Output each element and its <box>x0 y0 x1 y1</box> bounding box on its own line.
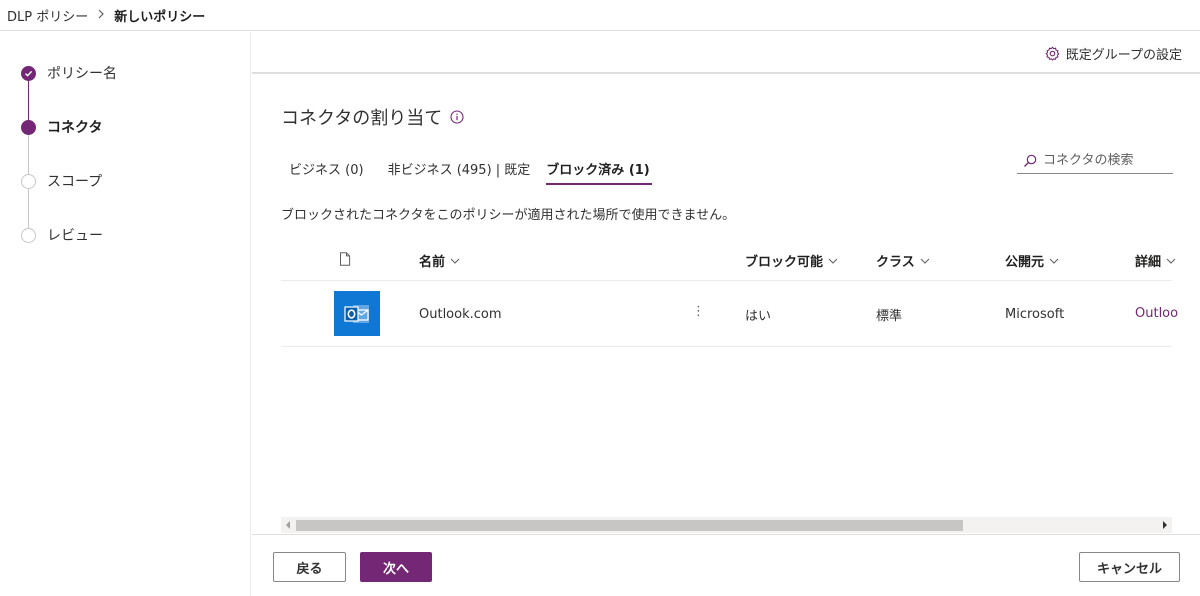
breadcrumb: DLP ポリシー 新しいポリシー <box>0 0 1200 31</box>
chevron-down-icon <box>920 258 930 264</box>
scroll-right-arrow-icon[interactable] <box>1162 520 1168 530</box>
chevron-down-icon <box>1049 258 1059 264</box>
wizard-stepper: ポリシー名 コネクタ スコープ レビュー <box>0 32 251 596</box>
column-header-label: 詳細 <box>1135 255 1162 270</box>
tab-non-business[interactable]: 非ビジネス (495) | 既定 <box>380 152 539 185</box>
column-header-class[interactable]: クラス <box>876 251 930 270</box>
scrollbar-thumb[interactable] <box>296 520 963 531</box>
chevron-down-icon <box>828 258 838 264</box>
column-header-label: クラス <box>876 255 915 270</box>
step-policy-name[interactable]: ポリシー名 <box>21 63 117 83</box>
step-connector-line <box>28 78 29 124</box>
scroll-left-arrow-icon[interactable] <box>285 520 291 530</box>
connector-search-box <box>1017 148 1173 174</box>
connector-table: 名前 ブロック可能 クラス 公開元 詳細 Outlook.com ⋮ はい 標準… <box>281 238 1178 347</box>
chevron-down-icon <box>450 258 460 264</box>
next-button[interactable]: 次へ <box>360 552 432 582</box>
tab-description: ブロックされたコネクタをこのポリシーが適用された場所で使用できません。 <box>281 208 736 223</box>
step-label: スコープ <box>47 174 103 190</box>
more-options-icon[interactable]: ⋮ <box>692 304 705 319</box>
empty-step-dot-icon <box>21 173 36 189</box>
breadcrumb-current: 新しいポリシー <box>114 9 206 25</box>
tab-blocked-label: ブロック済み (1) <box>546 163 650 178</box>
column-header-label: 名前 <box>419 255 446 270</box>
back-button[interactable]: 戻る <box>273 552 346 582</box>
column-header-label: ブロック可能 <box>745 255 824 270</box>
settings-label: 既定グループの設定 <box>1065 48 1182 63</box>
details-link[interactable]: Outloo <box>1135 306 1178 321</box>
step-label: レビュー <box>47 228 103 244</box>
gear-icon <box>1045 46 1060 61</box>
connector-tabs: ビジネス (0) 非ビジネス (495) | 既定 ブロック済み (1) <box>281 152 653 185</box>
breadcrumb-root-link[interactable]: DLP ポリシー <box>7 6 88 25</box>
step-label: ポリシー名 <box>47 66 117 82</box>
outlook-icon <box>334 291 380 336</box>
page-title-text: コネクタの割り当て <box>281 108 443 129</box>
tab-blocked[interactable]: ブロック済み (1) <box>546 152 653 185</box>
column-header-name[interactable]: 名前 <box>419 251 460 270</box>
column-header-details[interactable]: 詳細 <box>1135 251 1176 270</box>
cancel-button[interactable]: キャンセル <box>1079 552 1180 582</box>
column-header-label: 公開元 <box>1005 255 1045 270</box>
file-icon <box>334 252 351 266</box>
blockable-value: はい <box>745 309 772 324</box>
checkmark-icon <box>21 65 36 81</box>
default-group-settings-button[interactable]: 既定グループの設定 <box>1045 44 1182 63</box>
table-row[interactable]: Outlook.com ⋮ はい 標準 Microsoft Outloo <box>281 281 1178 347</box>
search-input[interactable] <box>1043 153 1167 168</box>
step-scope[interactable]: スコープ <box>21 171 102 191</box>
table-header: 名前 ブロック可能 クラス 公開元 詳細 <box>281 238 1176 281</box>
connector-name: Outlook.com <box>419 307 502 322</box>
tab-business[interactable]: ビジネス (0) <box>281 152 372 185</box>
class-value: 標準 <box>876 309 903 324</box>
step-review[interactable]: レビュー <box>21 225 103 245</box>
chevron-right-icon <box>97 8 105 22</box>
step-connector-line <box>28 186 29 232</box>
command-bar: 既定グループの設定 <box>252 32 1200 74</box>
horizontal-scrollbar[interactable] <box>281 517 1172 533</box>
publisher-value: Microsoft <box>1005 307 1065 322</box>
footer-divider <box>252 534 1200 535</box>
page-title: コネクタの割り当て <box>281 104 464 130</box>
step-connectors[interactable]: コネクタ <box>21 117 102 137</box>
column-header-publisher[interactable]: 公開元 <box>1005 251 1059 270</box>
current-step-dot-icon <box>21 119 36 135</box>
column-header-blockable[interactable]: ブロック可能 <box>745 251 838 270</box>
empty-step-dot-icon <box>21 227 36 243</box>
step-label: コネクタ <box>47 120 103 136</box>
step-connector-line <box>28 132 29 178</box>
search-icon <box>1024 154 1037 167</box>
chevron-down-icon <box>1166 258 1176 264</box>
info-icon[interactable] <box>450 110 464 124</box>
